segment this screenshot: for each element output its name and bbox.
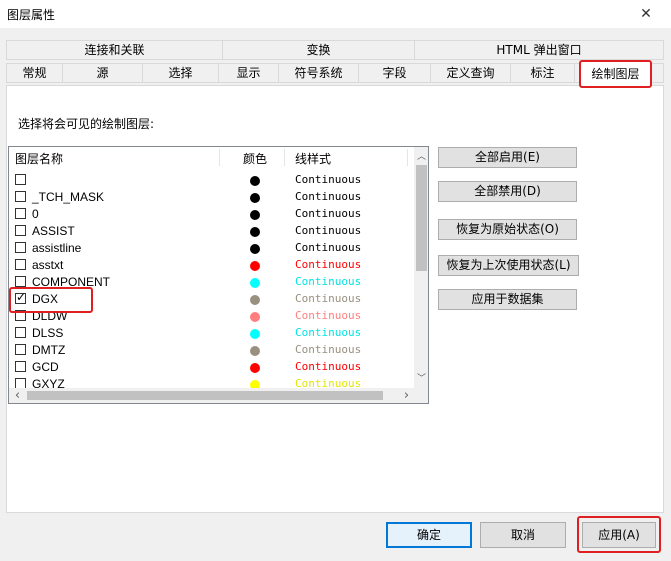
layer-name: ASSIST: [32, 224, 75, 238]
layer-row[interactable]: assistline Continuous: [9, 240, 414, 257]
layer-name: asstxt: [32, 258, 64, 272]
layer-visible-checkbox[interactable]: [15, 259, 26, 270]
scroll-right-icon[interactable]: ›: [399, 388, 414, 403]
apply-highlight: [577, 516, 661, 553]
layer-color-swatch: [250, 363, 260, 373]
horizontal-scroll-thumb[interactable]: [27, 391, 383, 400]
layer-visible-checkbox[interactable]: [15, 208, 26, 219]
layer-color-swatch: [250, 244, 260, 254]
tab-selection[interactable]: 选择: [143, 64, 219, 83]
layer-row[interactable]: 0 Continuous: [9, 206, 414, 223]
layer-row[interactable]: ASSIST Continuous: [9, 223, 414, 240]
layer-linetype: Continuous: [295, 343, 362, 356]
tab-row-1: 连接和关联 变换 HTML 弹出窗口: [6, 40, 664, 60]
column-divider[interactable]: [407, 149, 408, 166]
tab-labels[interactable]: 标注: [511, 64, 575, 83]
restore-original-button[interactable]: 恢复为原始状态(O): [438, 219, 577, 240]
layer-linetype: Continuous: [295, 360, 362, 373]
layer-row[interactable]: _TCH_MASK Continuous: [9, 189, 414, 206]
scroll-corner: [414, 388, 428, 403]
scroll-up-icon[interactable]: ︿: [414, 149, 428, 162]
layer-linetype: Continuous: [295, 241, 362, 254]
tab-drawing-layers[interactable]: 绘制图层: [579, 60, 652, 88]
layer-name: DMTZ: [32, 343, 66, 357]
layer-list[interactable]: 图层名称 颜色 线样式 Continuous _TCH_MASK Continuou…: [8, 146, 429, 404]
tab-fields[interactable]: 字段: [359, 64, 431, 83]
layer-color-swatch: [250, 278, 260, 288]
layer-name: assistline: [32, 241, 82, 255]
layer-linetype: Continuous: [295, 309, 362, 322]
list-header: 图层名称 颜色 线样式: [9, 147, 414, 167]
column-header-name[interactable]: 图层名称: [15, 150, 63, 167]
tab-html-popup[interactable]: HTML 弹出窗口: [415, 41, 663, 60]
layer-visible-checkbox[interactable]: [15, 191, 26, 202]
layer-name: DLSS: [32, 326, 64, 340]
close-icon[interactable]: ✕: [632, 3, 660, 25]
disable-all-button[interactable]: 全部禁用(D): [438, 181, 577, 202]
cancel-button[interactable]: 取消: [480, 522, 566, 548]
title-bar: 图层属性 ✕: [0, 0, 671, 28]
layer-name: _TCH_MASK: [32, 190, 105, 204]
layer-visible-checkbox[interactable]: [15, 225, 26, 236]
layer-visible-checkbox[interactable]: [15, 174, 26, 185]
vertical-scrollbar[interactable]: ︿ ﹀: [414, 147, 428, 388]
restore-last-used-button[interactable]: 恢复为上次使用状态(L): [438, 255, 579, 276]
tab-transform[interactable]: 变换: [223, 41, 415, 60]
layer-color-swatch: [250, 210, 260, 220]
layer-linetype: Continuous: [295, 190, 362, 203]
layer-row[interactable]: DLSS Continuous: [9, 325, 414, 342]
layer-linetype: Continuous: [295, 258, 362, 271]
prompt-label: 选择将会可见的绘制图层:: [18, 117, 155, 131]
tab-source[interactable]: 源: [63, 64, 143, 83]
layer-color-swatch: [250, 193, 260, 203]
layer-row[interactable]: asstxt Continuous: [9, 257, 414, 274]
dgx-highlight: [9, 287, 93, 313]
tab-row-2: 常规 源 选择 显示 符号系统 字段 定义查询 标注: [6, 63, 664, 83]
layer-color-swatch: [250, 227, 260, 237]
horizontal-scrollbar[interactable]: ‹ ›: [9, 388, 414, 403]
layer-linetype: Continuous: [295, 173, 362, 186]
layer-linetype: Continuous: [295, 326, 362, 339]
column-header-color[interactable]: 颜色: [243, 150, 267, 167]
layer-color-swatch: [250, 176, 260, 186]
tab-join-relate[interactable]: 连接和关联: [7, 41, 223, 60]
layer-visible-checkbox[interactable]: [15, 242, 26, 253]
scroll-down-icon[interactable]: ﹀: [414, 371, 428, 384]
layer-visible-checkbox[interactable]: [15, 361, 26, 372]
scroll-left-icon[interactable]: ‹: [10, 388, 25, 403]
layer-row[interactable]: Continuous: [9, 172, 414, 189]
layer-visible-checkbox[interactable]: [15, 344, 26, 355]
tab-definition-query[interactable]: 定义查询: [431, 64, 511, 83]
layer-color-swatch: [250, 295, 260, 305]
vertical-scroll-thumb[interactable]: [416, 165, 427, 271]
tab-general[interactable]: 常规: [7, 64, 63, 83]
layer-visible-checkbox[interactable]: [15, 327, 26, 338]
tab-display[interactable]: 显示: [219, 64, 279, 83]
layer-linetype: Continuous: [295, 292, 362, 305]
layer-linetype: Continuous: [295, 207, 362, 220]
layer-name: GCD: [32, 360, 59, 374]
ok-button[interactable]: 确定: [386, 522, 472, 548]
column-divider[interactable]: [284, 149, 285, 166]
layer-color-swatch: [250, 329, 260, 339]
layer-color-swatch: [250, 312, 260, 322]
column-divider[interactable]: [219, 149, 220, 166]
layer-linetype: Continuous: [295, 275, 362, 288]
enable-all-button[interactable]: 全部启用(E): [438, 147, 577, 168]
window-title: 图层属性: [7, 8, 56, 22]
tab-symbology[interactable]: 符号系统: [279, 64, 359, 83]
layer-row[interactable]: DMTZ Continuous: [9, 342, 414, 359]
layer-visible-checkbox[interactable]: [15, 276, 26, 287]
apply-to-dataset-button[interactable]: 应用于数据集: [438, 289, 577, 310]
layer-color-swatch: [250, 346, 260, 356]
column-header-linetype[interactable]: 线样式: [295, 150, 331, 167]
layer-color-swatch: [250, 261, 260, 271]
layer-name: 0: [32, 207, 39, 221]
layer-linetype: Continuous: [295, 224, 362, 237]
layer-row[interactable]: GCD Continuous: [9, 359, 414, 376]
